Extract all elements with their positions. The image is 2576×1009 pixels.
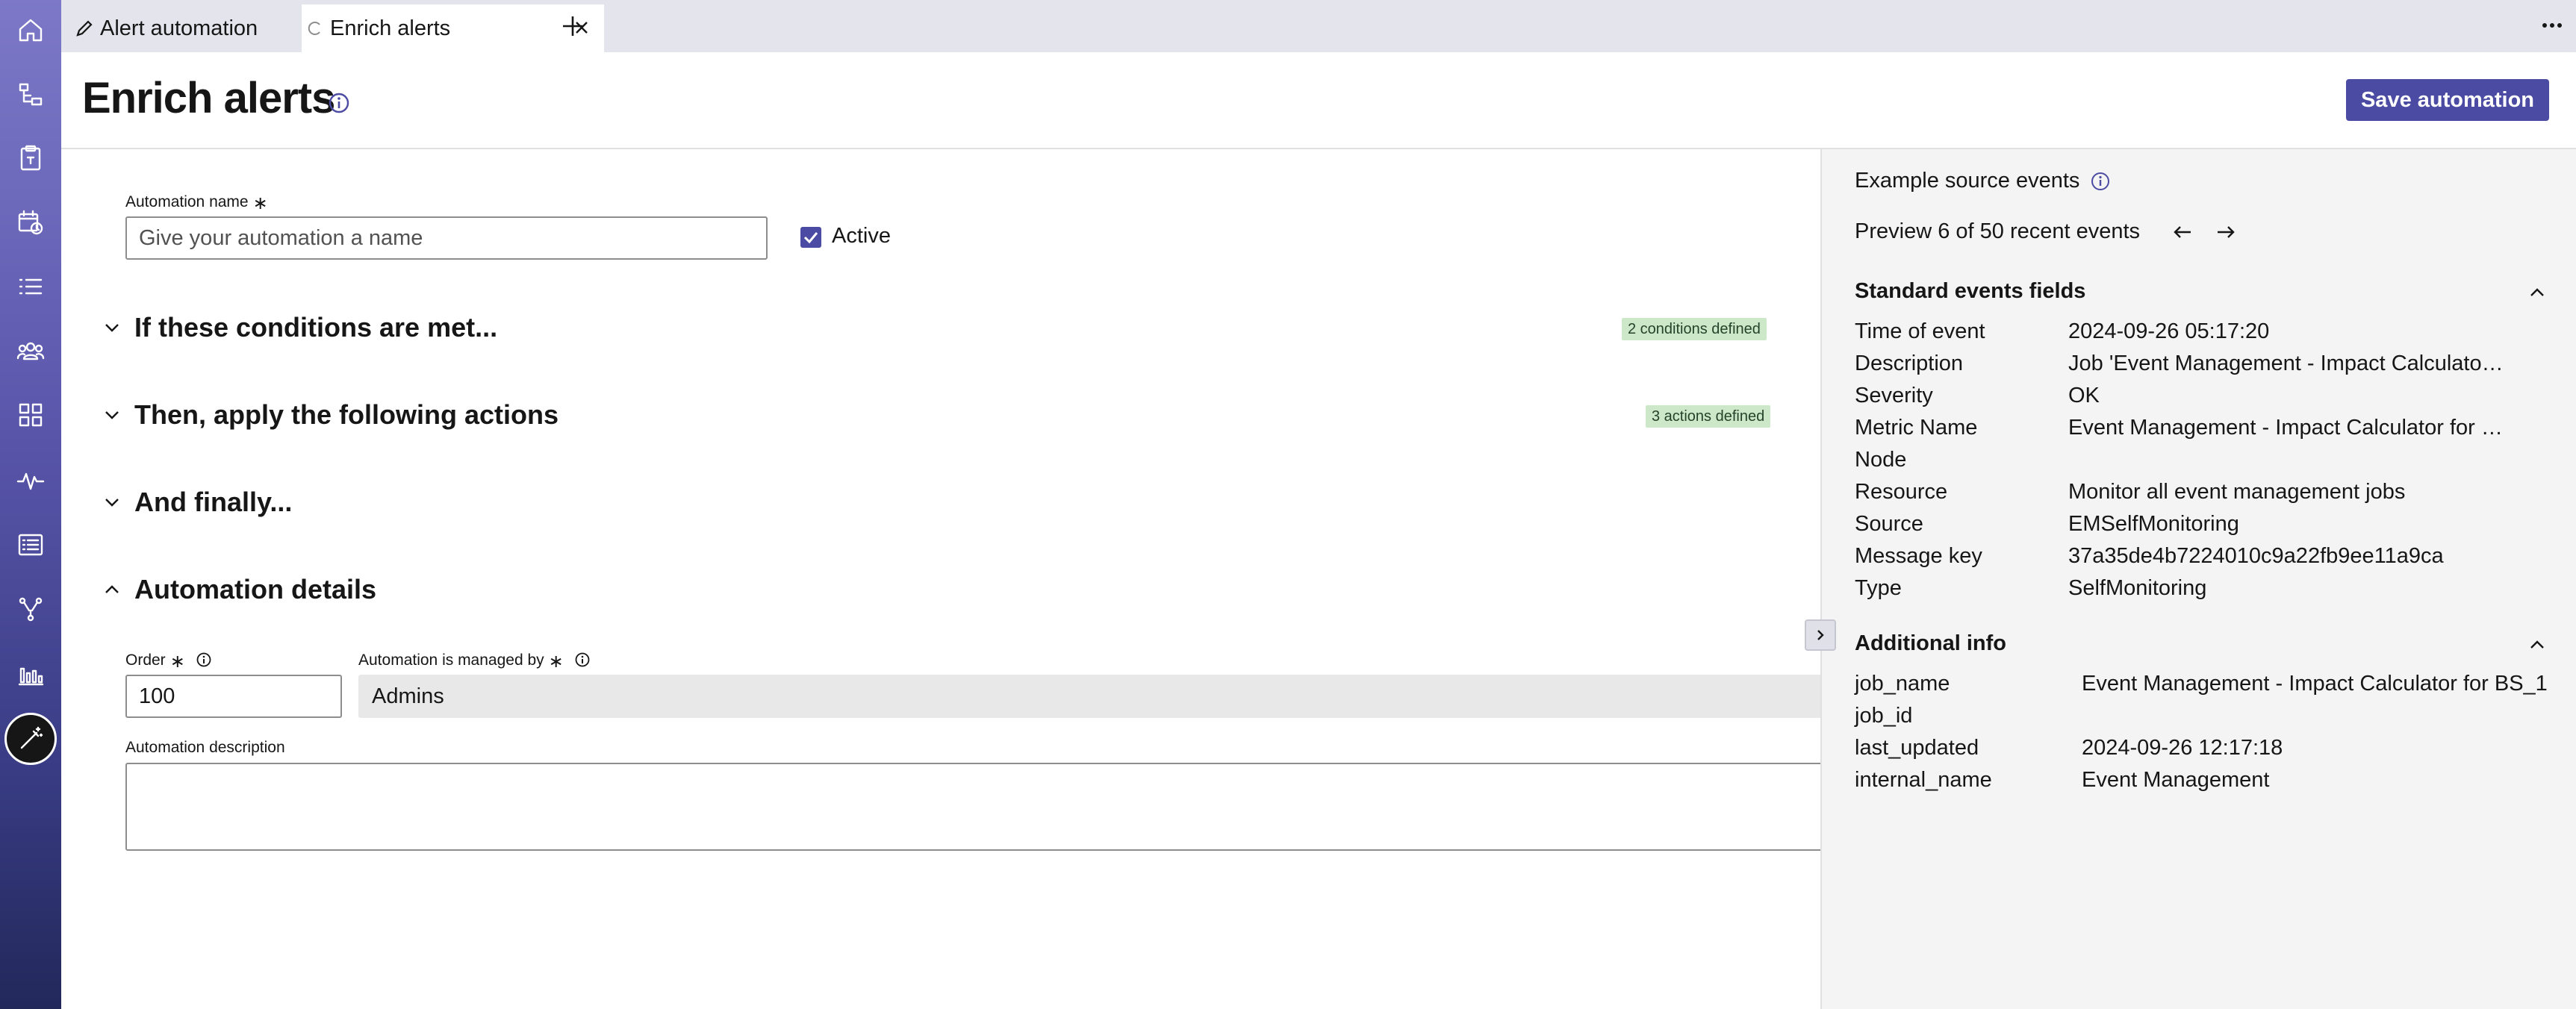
preview-text: Preview 6 of 50 recent events — [1855, 219, 2141, 243]
tab-bar: Alert automation Enrich alerts — [61, 0, 2576, 52]
loading-icon — [308, 22, 320, 35]
field-value: 37a35de4b7224010c9a22fb9ee11a9ca — [2068, 544, 2444, 568]
collapse-panel-button[interactable] — [1805, 619, 1836, 651]
additional-info-title: Additional info — [1855, 631, 2006, 655]
chevron-down-icon — [105, 499, 119, 507]
automation-form: Automation name ∗ Give your automation a … — [61, 149, 1834, 1009]
managed-by-label: Automation is managed by ∗ — [358, 651, 591, 672]
section-conditions[interactable]: If these conditions are met... — [102, 312, 497, 343]
section-actions[interactable]: Then, apply the following actions — [102, 399, 559, 431]
field-key: Type — [1855, 576, 1902, 600]
field-key: Resource — [1855, 480, 1948, 504]
report-list-icon[interactable] — [13, 527, 49, 563]
tab-alert-automation[interactable]: Alert automation — [75, 4, 299, 52]
section-automation-details[interactable]: Automation details — [102, 574, 376, 605]
panel-title: Example source events — [1855, 169, 2111, 193]
check-icon — [803, 232, 818, 244]
standard-fields-title: Standard events fields — [1855, 279, 2086, 303]
field-value: 2024-09-26 05:17:20 — [2068, 319, 2270, 343]
chevron-up-icon — [105, 585, 119, 593]
clipboard-icon[interactable] — [13, 140, 49, 175]
section-title: Automation details — [134, 574, 377, 605]
field-value: EMSelfMonitoring — [2068, 512, 2239, 536]
more-options-icon[interactable] — [2539, 16, 2566, 34]
preview-row: Preview 6 of 50 recent events — [1855, 219, 2258, 244]
hierarchy-icon[interactable] — [13, 76, 49, 112]
group-icon[interactable] — [13, 333, 49, 369]
section-title: If these conditions are met... — [134, 312, 498, 343]
field-value: 2024-09-26 12:17:18 — [2082, 736, 2283, 760]
active-checkbox[interactable] — [800, 227, 821, 248]
field-value: Job 'Event Management - Impact Calculato… — [2068, 352, 2509, 375]
field-value: Event Management — [2082, 768, 2270, 792]
section-title: Then, apply the following actions — [134, 399, 559, 430]
info-icon[interactable] — [196, 652, 212, 668]
field-key: Source — [1855, 512, 1923, 536]
field-key: Description — [1855, 352, 1964, 375]
automation-name-label: Automation name ∗ — [125, 193, 268, 214]
flow-icon[interactable] — [13, 591, 49, 627]
tab-label: Enrich alerts — [330, 16, 451, 40]
managed-by-field[interactable]: Admins — [358, 675, 1834, 718]
chevron-up-icon[interactable] — [2527, 634, 2548, 655]
field-value: Event Management - Impact Calculator for… — [2082, 672, 2548, 696]
field-key: Message key — [1855, 544, 1982, 568]
tab-enrich-alerts[interactable]: Enrich alerts — [302, 4, 604, 52]
label-text: Automation is managed by — [358, 652, 544, 669]
conditions-badge: 2 conditions defined — [1622, 318, 1767, 340]
save-automation-button[interactable]: Save automation — [2346, 79, 2549, 121]
active-label: Active — [832, 224, 891, 248]
field-key: job_name — [1855, 672, 1950, 696]
add-tab-icon[interactable] — [560, 13, 585, 39]
label-text: Order — [125, 652, 166, 669]
field-key: job_id — [1855, 704, 1913, 728]
page-header: Enrich alerts Save automation — [61, 52, 2576, 149]
info-icon[interactable] — [574, 652, 591, 668]
field-key: internal_name — [1855, 768, 1992, 792]
info-icon[interactable] — [327, 91, 351, 115]
tab-label: Alert automation — [100, 16, 258, 40]
field-value: Event Management - Impact Calculator for… — [2068, 416, 2509, 440]
chevron-down-icon — [105, 324, 119, 332]
arrow-left-icon[interactable] — [2171, 221, 2194, 243]
automation-wand-icon[interactable] — [4, 713, 57, 765]
required-mark: ∗ — [252, 193, 268, 213]
field-key: Node — [1855, 448, 1907, 472]
calendar-clock-icon[interactable] — [13, 204, 49, 240]
section-finally[interactable]: And finally... — [102, 487, 292, 518]
field-key: Time of event — [1855, 319, 1985, 343]
field-value: OK — [2068, 384, 2100, 407]
field-value: SelfMonitoring — [2068, 576, 2207, 600]
pulse-icon[interactable] — [13, 462, 49, 498]
pencil-icon — [76, 20, 93, 37]
field-key: Severity — [1855, 384, 1933, 407]
list-icon[interactable] — [13, 269, 49, 304]
info-icon[interactable] — [2090, 171, 2111, 192]
chevron-down-icon — [105, 411, 119, 419]
dashboard-grid-icon[interactable] — [13, 397, 49, 433]
label-text: Automation name — [125, 193, 249, 210]
description-textarea[interactable] — [125, 763, 1834, 851]
arrow-right-icon[interactable] — [2215, 221, 2237, 243]
chevron-right-icon — [1817, 630, 1824, 640]
field-value: Monitor all event management jobs — [2068, 480, 2406, 504]
actions-badge: 3 actions defined — [1646, 405, 1771, 428]
home-icon[interactable] — [13, 12, 49, 48]
nav-rail — [0, 0, 61, 1009]
page-title: Enrich alerts — [82, 74, 335, 122]
order-input[interactable]: 100 — [125, 675, 342, 718]
required-mark: ∗ — [548, 652, 564, 672]
panel-title-text: Example source events — [1855, 169, 2080, 193]
bar-chart-icon[interactable] — [13, 655, 49, 691]
order-label: Order ∗ — [125, 651, 212, 672]
automation-name-input[interactable]: Give your automation a name — [125, 216, 768, 260]
field-key: last_updated — [1855, 736, 1979, 760]
section-title: And finally... — [134, 487, 293, 517]
chevron-up-icon[interactable] — [2527, 282, 2548, 303]
example-events-panel: Example source events Preview 6 of 50 re… — [1820, 149, 2576, 1009]
description-label: Automation description — [125, 739, 285, 756]
required-mark: ∗ — [169, 652, 185, 672]
field-key: Metric Name — [1855, 416, 1978, 440]
